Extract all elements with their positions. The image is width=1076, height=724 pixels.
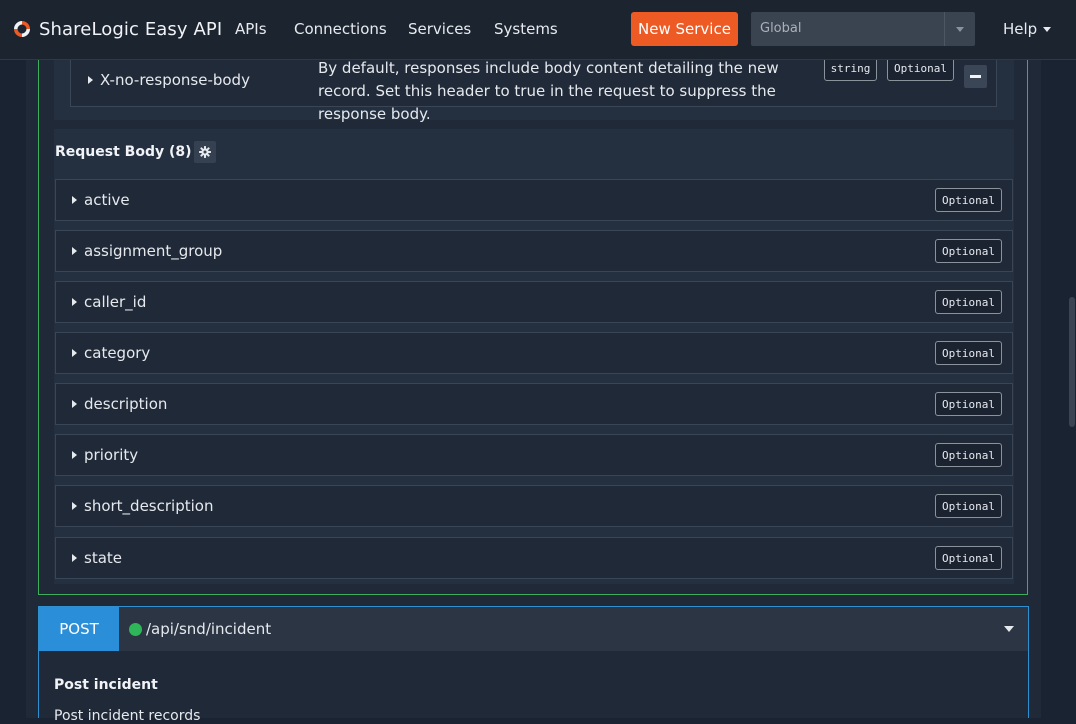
body-field-name[interactable]: short_description bbox=[72, 497, 213, 515]
brand[interactable]: ShareLogic Easy API bbox=[12, 17, 222, 41]
body-field-row[interactable]: priority Optional bbox=[55, 434, 1013, 476]
field-name-text: priority bbox=[84, 446, 139, 464]
scope-select-toggle[interactable] bbox=[944, 12, 975, 46]
caret-right-icon bbox=[72, 298, 77, 306]
expand-operation-icon[interactable] bbox=[1004, 626, 1014, 632]
nav-link-services[interactable]: Services bbox=[408, 20, 471, 38]
nav-link-systems[interactable]: Systems bbox=[494, 20, 558, 38]
scope-select[interactable]: Global bbox=[751, 12, 975, 46]
body-field-name[interactable]: description bbox=[72, 395, 167, 413]
body-field-name[interactable]: state bbox=[72, 549, 122, 567]
optional-badge: Optional bbox=[935, 341, 1002, 365]
gear-icon bbox=[198, 146, 211, 158]
caret-right-icon bbox=[72, 247, 77, 255]
field-name-text: assignment_group bbox=[84, 242, 223, 260]
header-param-name-text: X-no-response-body bbox=[100, 71, 250, 89]
body-field-row[interactable]: category Optional bbox=[55, 332, 1013, 374]
caret-right-icon bbox=[72, 554, 77, 562]
request-body-title: Request Body (8) bbox=[55, 141, 216, 163]
caret-right-icon bbox=[88, 76, 93, 84]
body-field-name[interactable]: priority bbox=[72, 446, 138, 464]
minus-icon bbox=[970, 75, 981, 78]
body-field-name[interactable]: active bbox=[72, 191, 130, 209]
help-menu[interactable]: Help bbox=[1003, 20, 1052, 38]
request-body-title-text: Request Body (8) bbox=[55, 144, 192, 160]
body-field-name[interactable]: category bbox=[72, 344, 150, 362]
help-label: Help bbox=[1003, 20, 1038, 38]
caret-right-icon bbox=[72, 349, 77, 357]
optional-badge: Optional bbox=[935, 392, 1002, 416]
body-field-name[interactable]: caller_id bbox=[72, 293, 146, 311]
endpoint-path[interactable]: /api/snd/incident bbox=[129, 620, 271, 638]
header-param-description: By default, responses include body conte… bbox=[318, 59, 779, 123]
caret-right-icon bbox=[72, 502, 77, 510]
new-service-button[interactable]: New Service bbox=[631, 12, 738, 46]
scope-select-value: Global bbox=[760, 21, 802, 36]
field-name-text: state bbox=[84, 549, 122, 567]
body-field-row[interactable]: short_description Optional bbox=[55, 485, 1013, 527]
body-field-row[interactable]: description Optional bbox=[55, 383, 1013, 425]
caret-right-icon bbox=[72, 196, 77, 204]
caret-right-icon bbox=[72, 451, 77, 459]
request-body-settings-button[interactable] bbox=[193, 141, 216, 163]
body-field-row[interactable]: caller_id Optional bbox=[55, 281, 1013, 323]
operation-description: Post incident records bbox=[54, 708, 201, 724]
field-name-text: short_description bbox=[84, 497, 214, 515]
status-dot-icon bbox=[129, 622, 142, 636]
brand-name: ShareLogic Easy API bbox=[39, 18, 223, 40]
body-field-row[interactable]: state Optional bbox=[55, 537, 1013, 579]
body-field-row[interactable]: assignment_group Optional bbox=[55, 230, 1013, 272]
header-param-name[interactable]: X-no-response-body bbox=[88, 71, 250, 89]
top-navbar: ShareLogic Easy API APIs Connections Ser… bbox=[0, 0, 1076, 60]
field-name-text: caller_id bbox=[84, 293, 147, 311]
nav-link-connections[interactable]: Connections bbox=[294, 20, 387, 38]
field-name-text: category bbox=[84, 344, 151, 362]
caret-down-icon bbox=[1043, 26, 1052, 32]
optional-badge: Optional bbox=[935, 239, 1002, 263]
endpoint-path-text: /api/snd/incident bbox=[146, 620, 272, 638]
nav-link-apis[interactable]: APIs bbox=[235, 20, 267, 38]
field-name-text: active bbox=[84, 191, 130, 209]
field-name-text: description bbox=[84, 395, 168, 413]
optional-badge: Optional bbox=[935, 290, 1002, 314]
remove-header-button[interactable] bbox=[964, 65, 987, 88]
caret-right-icon bbox=[72, 400, 77, 408]
optional-badge: Optional bbox=[935, 443, 1002, 467]
operation-title: Post incident bbox=[54, 677, 158, 693]
body-field-name[interactable]: assignment_group bbox=[72, 242, 222, 260]
optional-badge: Optional bbox=[935, 188, 1002, 212]
body-field-row[interactable]: active Optional bbox=[55, 179, 1013, 221]
chevron-down-icon bbox=[956, 26, 964, 32]
sharelogic-logo-icon bbox=[14, 21, 30, 37]
optional-badge: Optional bbox=[935, 494, 1002, 518]
http-method-badge[interactable]: POST bbox=[39, 607, 119, 651]
scrollbar-thumb[interactable] bbox=[1069, 297, 1075, 427]
optional-badge: Optional bbox=[935, 546, 1002, 570]
